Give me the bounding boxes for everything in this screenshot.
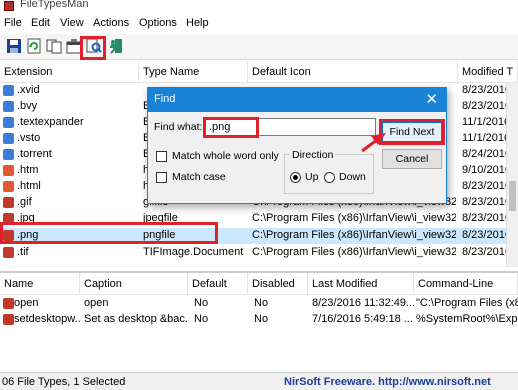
col-disabled[interactable]: Disabled (248, 273, 308, 295)
cell-modified: 11/1/2016 (462, 132, 510, 144)
file-type-icon (3, 149, 14, 160)
table-row[interactable]: setdesktopw... Set as desktop &bac... No No… (0, 312, 518, 328)
cell-extension: .torrent (17, 148, 52, 160)
col-modified[interactable]: Modified T (458, 61, 518, 83)
col-default[interactable]: Default (188, 273, 248, 295)
direction-up-radio[interactable] (290, 172, 301, 183)
cell-modified: 9/10/2016 (462, 164, 510, 176)
cell-modified: 8/23/2016 (462, 180, 510, 192)
file-type-icon (3, 117, 14, 128)
cell-caption: open (84, 297, 109, 309)
window-title: FileTypesMan (20, 0, 89, 10)
cell-command-line: "C:\Program Files (x86) (416, 297, 518, 309)
cell-caption: Set as desktop &bac... (84, 313, 188, 325)
menu-actions[interactable]: Actions (93, 17, 129, 29)
dialog-title: Find (154, 93, 176, 105)
table-row[interactable]: .tif TIFImage.Document C:\Program Files (x… (0, 245, 518, 261)
cell-modified: 8/24/2016 (462, 148, 510, 160)
cell-name: setdesktopw... (14, 313, 80, 325)
col-type-name[interactable]: Type Name (139, 61, 248, 83)
cell-name: open (14, 297, 39, 309)
save-icon[interactable] (6, 38, 22, 54)
find-what-label: Find what: (154, 121, 203, 133)
status-link[interactable]: NirSoft Freeware. http://www.nirsoft.net (284, 376, 491, 388)
find-next-highlight (379, 119, 445, 145)
cell-type-name: TIFImage.Document (143, 246, 244, 258)
cell-extension: .html (17, 180, 41, 192)
menu-help[interactable]: Help (186, 17, 209, 29)
cell-default: No (194, 297, 209, 309)
find-button-highlight (80, 36, 106, 60)
direction-down-label: Down (339, 171, 366, 183)
cell-default: No (194, 313, 209, 325)
menu-edit[interactable]: Edit (31, 17, 50, 29)
cell-extension: .htm (17, 164, 39, 176)
direction-up-label: Up (305, 171, 319, 183)
cell-modified: 8/23/2016 (462, 84, 510, 96)
close-icon[interactable]: ✕ (425, 90, 438, 108)
cell-extension: .tif (17, 246, 29, 258)
cell-last-modified: 8/23/2016 11:32:49... (312, 297, 414, 309)
title-bar: FileTypesMan (0, 0, 518, 14)
menu-file[interactable]: File (4, 17, 22, 29)
cell-extension: .vsto (17, 132, 41, 144)
cell-modified: 8/23/2016 (462, 196, 510, 208)
cell-modified: 8/23/2016 (462, 100, 510, 112)
match-case-label: Match case (172, 171, 226, 183)
cell-modified: 8/23/2016 (462, 246, 510, 258)
match-whole-checkbox[interactable] (156, 151, 167, 162)
file-type-icon (3, 133, 14, 144)
vertical-scrollbar[interactable] (506, 83, 518, 267)
file-type-icon (3, 247, 14, 258)
col-name[interactable]: Name (0, 273, 80, 295)
cancel-button[interactable]: Cancel (382, 149, 442, 169)
cell-modified: 8/23/2016 (462, 229, 510, 241)
col-command-line[interactable]: Command-Line (414, 273, 518, 295)
cell-default-icon: C:\Program Files (x86)\IrfanView\i_view3… (252, 229, 456, 241)
match-case-checkbox[interactable] (156, 172, 167, 183)
col-last-modified[interactable]: Last Modified (308, 273, 414, 295)
cell-command-line: %SystemRoot%\Explor (416, 313, 518, 325)
cell-last-modified: 7/16/2016 5:49:18 ... (312, 313, 413, 325)
file-type-icon (3, 197, 14, 208)
find-input-highlight (203, 117, 259, 138)
cell-extension: .gif (17, 196, 32, 208)
cell-default-icon: C:\Program Files (x86)\IrfanView\i_view3… (252, 246, 456, 258)
menu-bar: File Edit View Actions Options Help (0, 14, 518, 34)
dialog-title-bar: Find ✕ (148, 88, 446, 112)
action-icon (3, 298, 14, 309)
toolbar (0, 34, 518, 60)
menu-options[interactable]: Options (139, 17, 177, 29)
menu-view[interactable]: View (60, 17, 84, 29)
col-caption[interactable]: Caption (80, 273, 188, 295)
col-extension[interactable]: Extension (0, 61, 139, 83)
cell-disabled: No (254, 313, 269, 325)
match-whole-label: Match whole word only (172, 150, 279, 162)
refresh-icon[interactable] (26, 38, 42, 54)
status-count: 06 File Types, 1 Selected (2, 376, 126, 388)
cell-modified: 8/23/2016 (462, 212, 510, 224)
exit-icon[interactable] (108, 38, 124, 54)
cell-extension: .xvid (17, 84, 40, 96)
table-row[interactable]: open open No No 8/23/2016 11:32:49... "C:\Pro… (0, 296, 518, 312)
file-type-icon (3, 85, 14, 96)
app-icon (4, 1, 14, 11)
find-dialog: Find ✕ Find what: Find Next Cancel Match… (147, 87, 447, 204)
cell-extension: .textexpander (17, 116, 84, 128)
file-type-icon (3, 165, 14, 176)
direction-down-radio[interactable] (324, 172, 335, 183)
status-bar: 06 File Types, 1 Selected NirSoft Freewa… (0, 372, 518, 390)
copy-icon[interactable] (46, 38, 62, 54)
cell-modified: 11/1/2016 (462, 116, 510, 128)
file-type-icon (3, 181, 14, 192)
col-default-icon[interactable]: Default Icon (248, 61, 458, 83)
action-icon (3, 314, 14, 325)
file-type-icon (3, 101, 14, 112)
png-row-highlight (0, 222, 218, 244)
cell-extension: .bvy (17, 100, 38, 112)
cell-disabled: No (254, 297, 269, 309)
cell-default-icon: C:\Program Files (x86)\IrfanView\i_view3… (252, 212, 456, 224)
direction-label: Direction (290, 149, 336, 161)
